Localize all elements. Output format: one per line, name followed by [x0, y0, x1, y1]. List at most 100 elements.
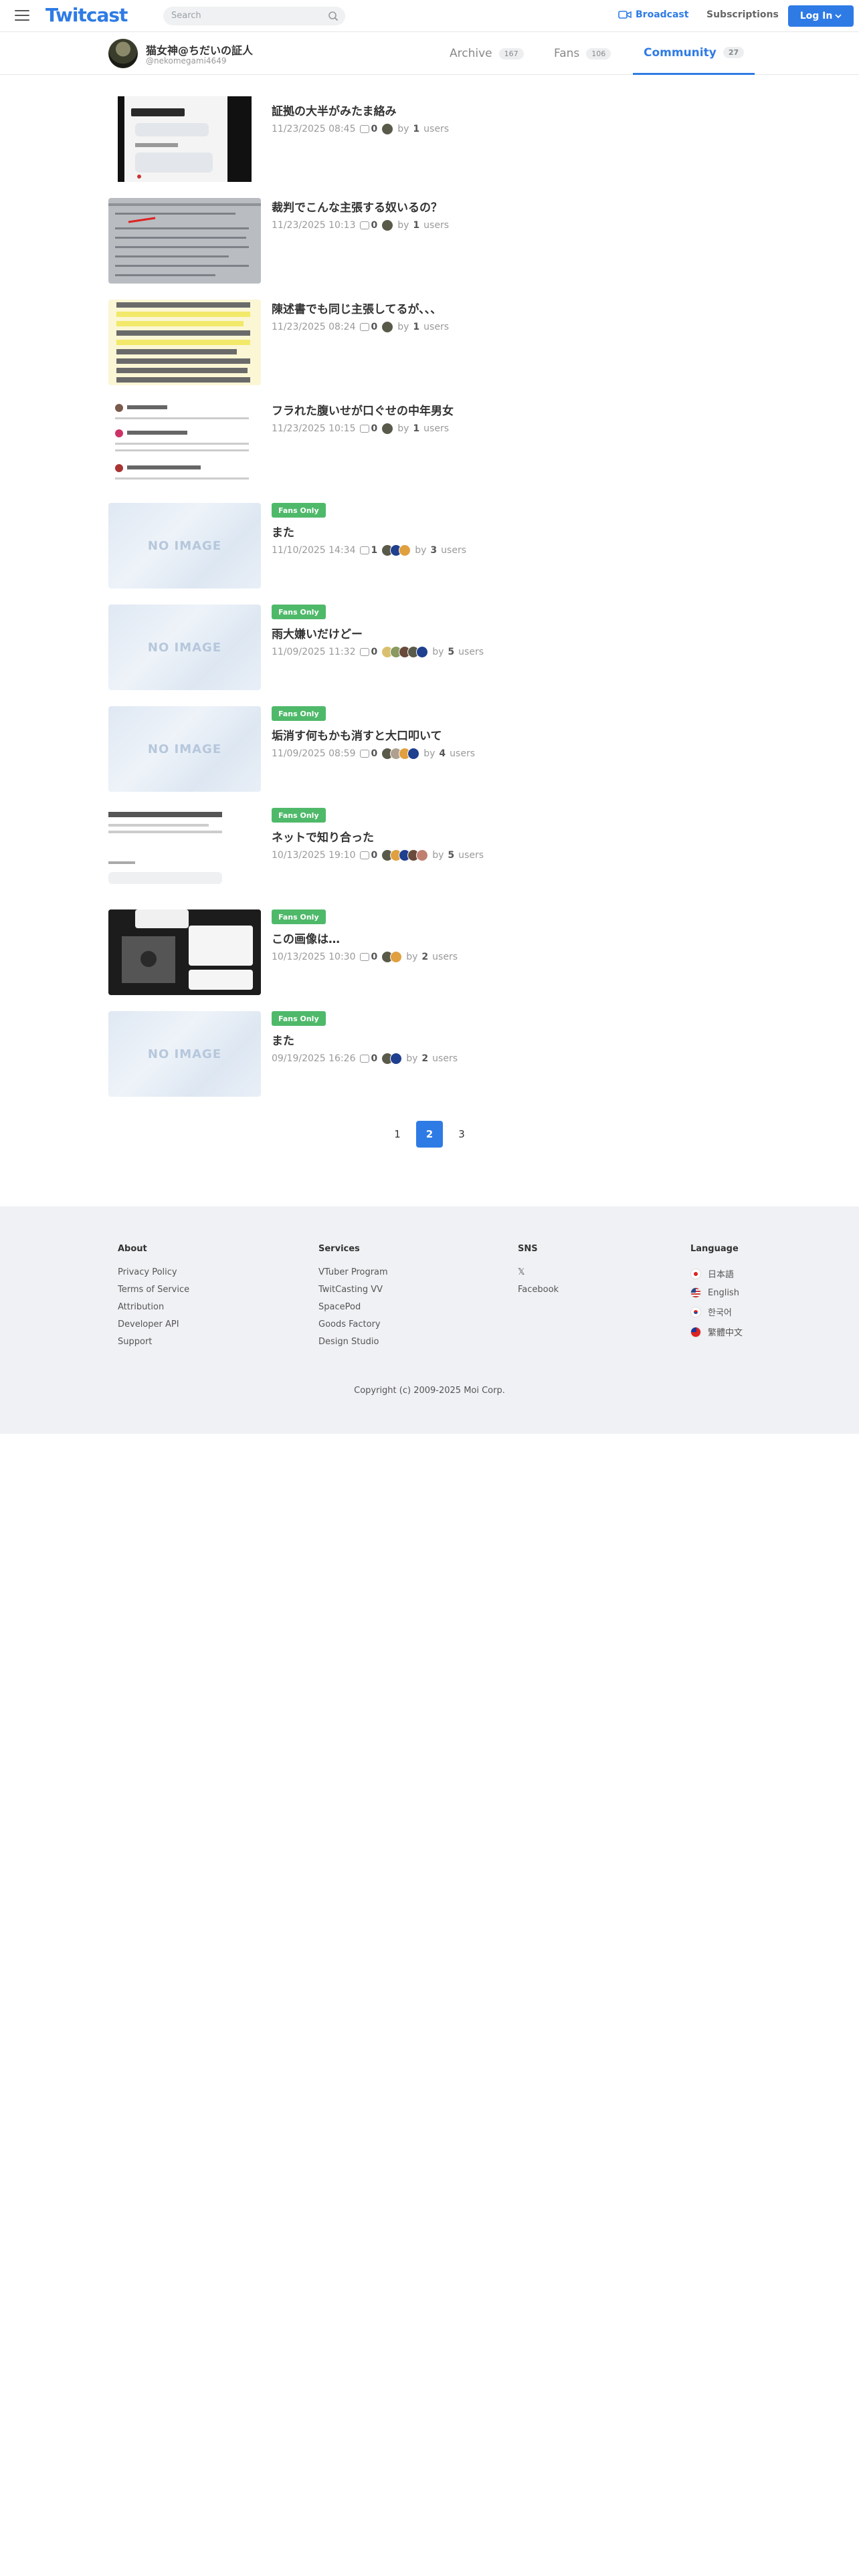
facebook-link[interactable]: Facebook [518, 1285, 559, 1295]
community-post[interactable]: NO IMAGE Fans Only 垢消す何もかも消すと大口叩いて 11/09… [108, 706, 751, 792]
post-thumbnail [108, 909, 261, 995]
fans-only-badge: Fans Only [272, 808, 326, 823]
x-link[interactable]: 𝕏 [518, 1267, 559, 1277]
post-thumbnail: NO IMAGE [108, 605, 261, 690]
broadcast-link[interactable]: Broadcast [618, 9, 688, 20]
post-date: 11/10/2025 14:34 [272, 545, 356, 556]
subscriptions-link[interactable]: Subscriptions [706, 9, 779, 20]
reactor-avatars [381, 544, 411, 556]
community-post[interactable]: NO IMAGE Fans Only また 11/10/2025 14:34 1… [108, 503, 751, 588]
community-post[interactable]: Fans Only この画像は… 10/13/2025 10:30 0 by 2… [108, 909, 751, 995]
users-label: users [458, 850, 484, 861]
post-meta: 11/09/2025 11:32 0 by 5 users [272, 646, 484, 658]
language-label: 한국어 [708, 1308, 732, 1318]
comment-icon [359, 648, 369, 656]
post-meta: 11/10/2025 14:34 1 by 3 users [272, 544, 466, 556]
reactor-avatars [381, 321, 394, 333]
attribution-link[interactable]: Attribution [118, 1302, 189, 1312]
reactor-avatars [381, 849, 429, 861]
post-title[interactable]: また [272, 523, 294, 540]
login-button[interactable]: Log In [788, 5, 854, 27]
users-label: users [423, 124, 450, 134]
users-label: users [423, 423, 450, 434]
profile-name[interactable]: 猫女神@ちだいの証人 [146, 41, 253, 58]
community-post[interactable]: NO IMAGE Fans Only 雨大嫌いだけどー 11/09/2025 1… [108, 605, 751, 690]
post-title[interactable]: ネットで知り合った [272, 828, 374, 845]
footer-services: Services VTuber Program TwitCasting VV S… [318, 1244, 388, 1354]
language-japanese[interactable]: 日本語 [690, 1267, 743, 1280]
chevron-down-icon [835, 14, 842, 19]
post-title[interactable]: また [272, 1031, 294, 1048]
post-thumbnail: NO IMAGE [108, 706, 261, 792]
comment-icon [359, 125, 369, 133]
vtuber-program-link[interactable]: VTuber Program [318, 1267, 388, 1277]
no-image-placeholder: NO IMAGE [147, 1047, 222, 1061]
avatar[interactable] [108, 39, 138, 68]
comment-count: 0 [371, 647, 378, 657]
post-date: 10/13/2025 19:10 [272, 850, 356, 861]
design-studio-link[interactable]: Design Studio [318, 1337, 388, 1347]
community-post[interactable]: Fans Only ネットで知り合った 10/13/2025 19:10 0 b… [108, 808, 751, 893]
post-title[interactable]: この画像は… [272, 930, 340, 946]
community-post[interactable]: 陳述書でも同じ主張してるが、、、 11/23/2025 08:24 0 by 1… [108, 300, 751, 385]
chat-screenshot-image [108, 808, 261, 893]
spacepod-link[interactable]: SpacePod [318, 1302, 388, 1312]
language-traditional-chinese[interactable]: 繁體中文 [690, 1325, 743, 1338]
community-post[interactable]: フラれた腹いせが口ぐせの中年男女 11/23/2025 10:15 0 by 1… [108, 401, 751, 487]
users-label: users [432, 952, 458, 962]
comment-count: 0 [371, 220, 378, 231]
user-count: 2 [421, 1053, 429, 1064]
twitcast-logo[interactable]: Twitcast [45, 4, 128, 26]
fans-only-badge: Fans Only [272, 605, 326, 619]
broadcast-label: Broadcast [636, 9, 689, 20]
tab-community[interactable]: Community 27 [633, 32, 755, 75]
fans-only-badge: Fans Only [272, 909, 326, 924]
tab-label: Community [644, 45, 717, 60]
comment-icon [359, 323, 369, 331]
post-title[interactable]: 雨大嫌いだけどー [272, 625, 363, 641]
by-label: by [432, 850, 444, 861]
language-english[interactable]: English [690, 1287, 743, 1298]
document-photo-image [108, 198, 261, 284]
tab-fans[interactable]: Fans 106 [554, 32, 611, 75]
goods-factory-link[interactable]: Goods Factory [318, 1319, 388, 1329]
privacy-policy-link[interactable]: Privacy Policy [118, 1267, 189, 1277]
hamburger-menu-icon[interactable] [15, 10, 29, 22]
comment-count: 0 [371, 322, 378, 332]
terms-link[interactable]: Terms of Service [118, 1285, 189, 1295]
user-count: 2 [421, 952, 429, 962]
comment-icon [359, 851, 369, 859]
twitcasting-vv-link[interactable]: TwitCasting VV [318, 1285, 388, 1295]
community-post[interactable]: NO IMAGE Fans Only また 09/19/2025 16:26 0… [108, 1011, 751, 1097]
community-post[interactable]: 証拠の大半がみたま絡み 11/23/2025 08:45 0 by 1 user… [108, 96, 751, 182]
post-title[interactable]: フラれた腹いせが口ぐせの中年男女 [272, 401, 454, 418]
language-label: 繁體中文 [708, 1328, 743, 1338]
community-post[interactable]: 裁判でこんな主張する奴いるの？ 11/23/2025 10:13 0 by 1 … [108, 198, 751, 284]
page-2-current[interactable]: 2 [416, 1121, 443, 1148]
post-title[interactable]: 垢消す何もかも消すと大口叩いて [272, 726, 442, 743]
post-date: 11/23/2025 10:15 [272, 423, 356, 434]
support-link[interactable]: Support [118, 1337, 189, 1347]
reactor-avatars [381, 646, 429, 658]
post-date: 11/23/2025 08:24 [272, 322, 356, 332]
post-title[interactable]: 証拠の大半がみたま絡み [272, 102, 397, 118]
footer-heading: Language [690, 1244, 739, 1254]
post-title[interactable]: 裁判でこんな主張する奴いるの？ [272, 198, 442, 215]
comment-icon [359, 221, 369, 229]
search-input[interactable]: Search [163, 7, 345, 25]
users-label: users [441, 545, 467, 556]
developer-api-link[interactable]: Developer API [118, 1319, 189, 1329]
post-title[interactable]: 陳述書でも同じ主張してるが、、、 [272, 300, 442, 316]
camera-icon [618, 11, 632, 19]
post-date: 11/23/2025 08:45 [272, 124, 356, 134]
footer-language: Language 日本語 English 한국어 繁體中文 [690, 1244, 743, 1346]
site-footer: About Privacy Policy Terms of Service At… [0, 1206, 859, 1434]
page-1-link[interactable]: 1 [384, 1121, 411, 1148]
search-icon[interactable] [328, 11, 339, 21]
users-label: users [423, 322, 450, 332]
page-3-link[interactable]: 3 [448, 1121, 475, 1148]
language-korean[interactable]: 한국어 [690, 1305, 743, 1318]
user-count: 4 [439, 748, 446, 759]
post-meta: 11/09/2025 08:59 0 by 4 users [272, 748, 475, 760]
tab-archive[interactable]: Archive 167 [450, 32, 524, 75]
